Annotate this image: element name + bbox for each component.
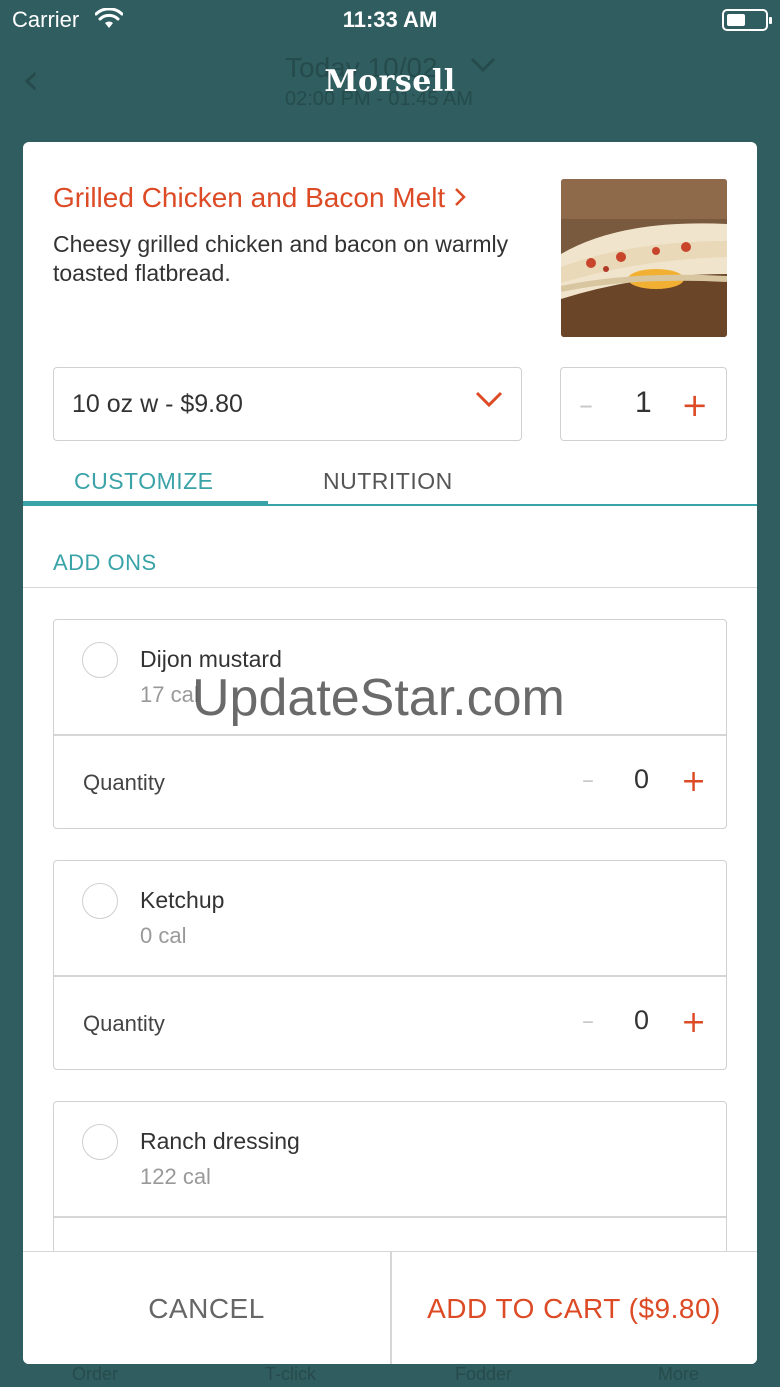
addon-name: Ranch dressing xyxy=(140,1128,300,1154)
modal-footer: CANCEL ADD TO CART ($9.80) xyxy=(23,1251,757,1364)
item-title: Grilled Chicken and Bacon Melt xyxy=(53,182,446,213)
active-tab-indicator xyxy=(23,501,268,506)
minus-icon[interactable]: – xyxy=(579,388,593,421)
addon-card-dijon: Dijon mustard 17 cal Quantity – 0 + xyxy=(53,619,727,829)
quantity-label: Quantity xyxy=(83,1011,165,1036)
item-modal: Grilled Chicken and Bacon Melt Cheesy gr… xyxy=(23,142,757,1364)
size-select[interactable]: 10 oz w - $9.80 xyxy=(53,367,522,441)
chevron-right-icon xyxy=(453,182,467,213)
addon-quantity-value: 0 xyxy=(634,1005,650,1035)
app-logo: Morsell xyxy=(324,64,456,99)
tab-customize[interactable]: CUSTOMIZE xyxy=(74,468,214,495)
tabbar-item-fodder: Fodder xyxy=(455,1364,513,1384)
radio-icon[interactable] xyxy=(82,883,118,919)
size-select-value: 10 oz w - $9.80 xyxy=(72,390,243,418)
radio-icon[interactable] xyxy=(82,642,118,678)
addon-quantity-value: 0 xyxy=(634,764,650,794)
quantity-value: 1 xyxy=(635,386,652,419)
divider xyxy=(23,587,757,588)
background-tabbar: Order T-click Fodder More xyxy=(0,1362,780,1387)
divider xyxy=(54,1216,726,1218)
quantity-stepper: – 1 + xyxy=(560,367,727,441)
item-title-link[interactable]: Grilled Chicken and Bacon Melt xyxy=(53,182,467,214)
divider xyxy=(54,975,726,977)
status-bar: Carrier 11:33 AM xyxy=(0,0,780,40)
plus-icon[interactable]: + xyxy=(681,1005,706,1040)
item-description: Cheesy grilled chicken and bacon on warm… xyxy=(53,231,509,286)
plus-icon[interactable]: + xyxy=(681,386,708,424)
radio-icon[interactable] xyxy=(82,1124,118,1160)
add-ons-title: ADD ONS xyxy=(53,550,157,575)
tab-nutrition[interactable]: NUTRITION xyxy=(323,468,453,495)
minus-icon[interactable]: – xyxy=(582,766,594,794)
status-time: 11:33 AM xyxy=(342,7,438,32)
addon-name: Ketchup xyxy=(140,887,225,913)
addon-cal: 122 cal xyxy=(140,1164,211,1189)
addon-cal: 17 cal xyxy=(140,682,199,707)
tabbar-item-order: Order xyxy=(72,1364,119,1384)
addon-cal: 0 cal xyxy=(140,923,187,948)
plus-icon[interactable]: + xyxy=(681,764,706,799)
divider xyxy=(54,734,726,736)
addon-card-ketchup: Ketchup 0 cal Quantity – 0 + xyxy=(53,860,727,1070)
tabs: CUSTOMIZE NUTRITION xyxy=(23,454,757,506)
cancel-button[interactable]: CANCEL xyxy=(23,1252,390,1364)
chevron-down-icon xyxy=(475,390,503,412)
tabbar-item-tclick: T-click xyxy=(265,1364,316,1384)
item-image xyxy=(561,179,727,337)
addon-name: Dijon mustard xyxy=(140,646,282,672)
add-to-cart-button[interactable]: ADD TO CART ($9.80) xyxy=(391,1252,757,1364)
quantity-label: Quantity xyxy=(83,770,165,795)
battery-icon xyxy=(722,9,772,31)
tabbar-item-more: More xyxy=(658,1364,700,1384)
background-header: ‹ Today 10/02 02:00 PM - 01:45 AM Morsel… xyxy=(0,40,780,140)
minus-icon[interactable]: – xyxy=(582,1007,594,1035)
